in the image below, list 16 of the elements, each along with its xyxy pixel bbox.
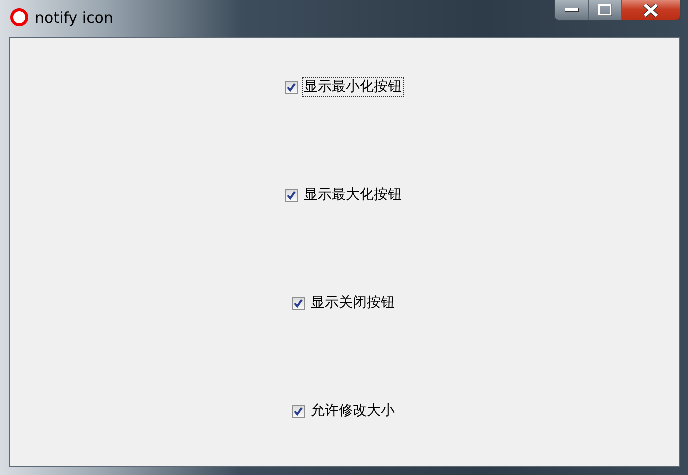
app-icon (10, 8, 29, 27)
maximize-icon (598, 4, 612, 16)
close-icon (643, 4, 659, 16)
maximize-button[interactable] (589, 0, 622, 20)
close-button[interactable] (622, 0, 680, 20)
checkbox[interactable] (285, 80, 298, 94)
checkbox[interactable] (292, 296, 305, 310)
checkbox-label[interactable]: 允许修改大小 (309, 401, 397, 421)
checkbox-label[interactable]: 显示最大化按钮 (302, 185, 404, 205)
minimize-icon (564, 8, 578, 12)
checkbox-label[interactable]: 显示最小化按钮 (302, 77, 404, 97)
minimize-button[interactable] (555, 0, 589, 20)
checkbox-label[interactable]: 显示关闭按钮 (309, 293, 397, 313)
checkbox[interactable] (285, 188, 298, 202)
checkbox[interactable] (292, 404, 305, 418)
window-title: notify icon (35, 8, 114, 26)
